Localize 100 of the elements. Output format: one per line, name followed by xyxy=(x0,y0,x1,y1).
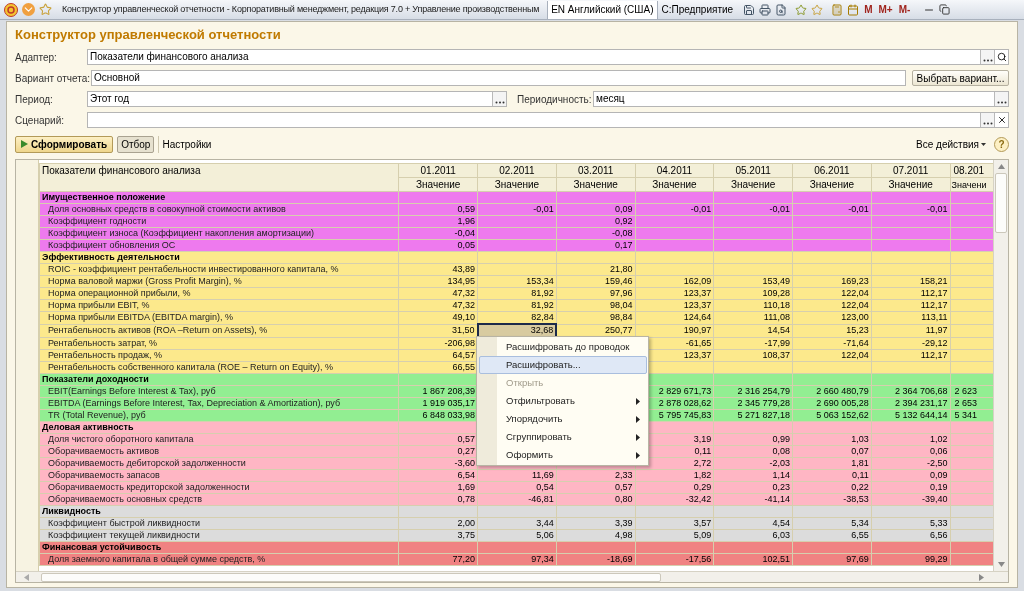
table-cell[interactable]: 0,11 xyxy=(792,469,872,481)
table-cell[interactable]: 162,09 xyxy=(635,275,714,288)
table-cell[interactable]: -0,01 xyxy=(792,203,872,216)
table-cell[interactable]: 4,54 xyxy=(713,517,793,529)
table-cell[interactable]: 0,07 xyxy=(792,445,872,457)
table-cell[interactable]: 1,02 xyxy=(871,433,950,445)
all-actions-button[interactable]: Все действия xyxy=(916,136,986,152)
calendar-icon[interactable] xyxy=(847,3,860,16)
table-cell[interactable]: 112,17 xyxy=(871,299,950,312)
app-selector[interactable]: С:Предприятие xyxy=(661,2,734,17)
table-cell[interactable]: 5,34 xyxy=(792,517,872,529)
table-cell[interactable]: 81,92 xyxy=(477,287,557,300)
column-header[interactable]: 04.2011 xyxy=(635,163,714,178)
table-cell[interactable]: 2,33 xyxy=(556,469,636,481)
star-icon[interactable] xyxy=(39,3,52,16)
table-cell[interactable]: 97,69 xyxy=(792,553,872,565)
generate-button[interactable]: Сформировать xyxy=(15,135,114,153)
settings-button[interactable]: Настройки xyxy=(158,135,215,153)
table-cell[interactable]: 1,69 xyxy=(398,481,478,493)
table-cell[interactable]: -0,08 xyxy=(556,227,636,240)
choose-variant-button[interactable]: Выбрать вариант... xyxy=(912,70,1009,86)
table-cell[interactable]: 2,00 xyxy=(398,517,478,529)
table-cell[interactable]: 169,23 xyxy=(792,275,872,288)
table-cell[interactable]: 124,64 xyxy=(635,311,714,324)
restore-button[interactable] xyxy=(939,4,951,15)
table-cell[interactable]: 123,37 xyxy=(635,287,714,300)
table-cell[interactable]: -17,56 xyxy=(635,553,714,565)
table-cell[interactable]: 5 132 644,14 xyxy=(871,409,950,421)
table-cell[interactable]: 5,09 xyxy=(635,529,714,541)
table-cell[interactable]: 1,81 xyxy=(792,457,872,469)
table-cell[interactable]: 153,34 xyxy=(477,275,557,288)
table-cell[interactable]: -0,04 xyxy=(398,227,478,240)
table-cell[interactable]: -2,50 xyxy=(871,457,950,469)
table-cell[interactable]: -17,99 xyxy=(713,337,793,349)
input-field[interactable]: Этот год xyxy=(87,91,507,107)
column-header[interactable]: 07.2011 xyxy=(871,163,950,178)
table-cell[interactable]: 21,80 xyxy=(556,263,636,276)
table-cell[interactable]: 0,57 xyxy=(556,481,636,493)
select-button[interactable] xyxy=(492,92,506,106)
table-cell[interactable]: 110,18 xyxy=(713,299,793,312)
clear-button[interactable] xyxy=(994,113,1008,127)
table-cell[interactable]: 6,56 xyxy=(871,529,950,541)
table-cell[interactable]: -29,12 xyxy=(871,337,950,349)
table-cell[interactable]: 0,99 xyxy=(713,433,793,445)
table-cell[interactable]: 47,32 xyxy=(398,287,478,300)
language-indicator[interactable]: EN Английский (США) xyxy=(547,0,658,19)
table-cell[interactable]: 122,04 xyxy=(792,287,872,300)
table-cell[interactable]: 2 345 779,28 xyxy=(713,397,793,409)
table-cell[interactable]: 2 364 706,68 xyxy=(871,385,950,397)
search-button[interactable] xyxy=(994,50,1008,64)
table-cell[interactable]: 0,29 xyxy=(635,481,714,493)
table-cell[interactable]: 3,75 xyxy=(398,529,478,541)
table-cell[interactable]: 4,98 xyxy=(556,529,636,541)
table-cell[interactable]: 0,59 xyxy=(398,203,478,216)
table-cell[interactable]: 2 316 254,79 xyxy=(713,385,793,397)
scroll-left-icon[interactable] xyxy=(24,573,29,581)
filter-button[interactable]: Отбор xyxy=(117,135,155,153)
table-cell[interactable]: 0,80 xyxy=(556,493,636,505)
table-cell[interactable]: 98,84 xyxy=(556,311,636,324)
table-cell[interactable]: 1,14 xyxy=(713,469,793,481)
table-cell[interactable]: 122,04 xyxy=(792,349,872,361)
select-button[interactable] xyxy=(994,92,1008,106)
table-cell[interactable]: 0,92 xyxy=(556,215,636,228)
table-cell[interactable]: 1,82 xyxy=(635,469,714,481)
table-cell[interactable]: -0,01 xyxy=(871,203,950,216)
table-cell[interactable]: -32,42 xyxy=(635,493,714,505)
column-header[interactable]: 03.2011 xyxy=(556,163,636,178)
input-field[interactable]: Показатели финансового анализа xyxy=(87,49,1009,65)
column-header[interactable]: 02.2011 xyxy=(477,163,557,178)
table-cell[interactable]: -2,03 xyxy=(713,457,793,469)
table-cell[interactable]: 3,44 xyxy=(477,517,557,529)
table-cell[interactable]: 3,57 xyxy=(635,517,714,529)
column-header[interactable]: 05.2011 xyxy=(713,163,793,178)
table-cell[interactable]: 81,92 xyxy=(477,299,557,312)
scroll-down-icon[interactable] xyxy=(997,562,1005,568)
table-cell[interactable]: 3,39 xyxy=(556,517,636,529)
table-cell[interactable]: 0,23 xyxy=(713,481,793,493)
vertical-scrollbar[interactable] xyxy=(993,160,1008,572)
table-cell[interactable]: 112,17 xyxy=(871,287,950,300)
table-cell[interactable]: 11,69 xyxy=(477,469,557,481)
scroll-up-icon[interactable] xyxy=(997,164,1005,169)
table-cell[interactable]: 0,54 xyxy=(477,481,557,493)
horizontal-scrollbar[interactable] xyxy=(16,571,1008,582)
table-cell[interactable]: 108,37 xyxy=(713,349,793,361)
table-cell[interactable]: 123,00 xyxy=(792,311,872,324)
table-cell[interactable]: -0,01 xyxy=(477,203,557,216)
input-field[interactable]: месяц xyxy=(593,91,1009,107)
table-cell[interactable]: 2 690 005,28 xyxy=(792,397,872,409)
table-cell[interactable]: 113,11 xyxy=(871,311,950,324)
table-cell[interactable]: 43,89 xyxy=(398,263,478,276)
table-cell[interactable]: 97,34 xyxy=(477,553,557,565)
table-cell[interactable]: 14,54 xyxy=(713,324,793,337)
table-cell[interactable]: 5,06 xyxy=(477,529,557,541)
table-cell[interactable]: 0,09 xyxy=(871,469,950,481)
table-cell[interactable]: 0,09 xyxy=(556,203,636,216)
scroll-right-icon[interactable] xyxy=(979,573,984,581)
table-cell[interactable]: -46,81 xyxy=(477,493,557,505)
input-field[interactable]: Основной xyxy=(91,70,906,86)
memory-button[interactable]: M- xyxy=(897,2,912,17)
table-cell[interactable]: 5,33 xyxy=(871,517,950,529)
